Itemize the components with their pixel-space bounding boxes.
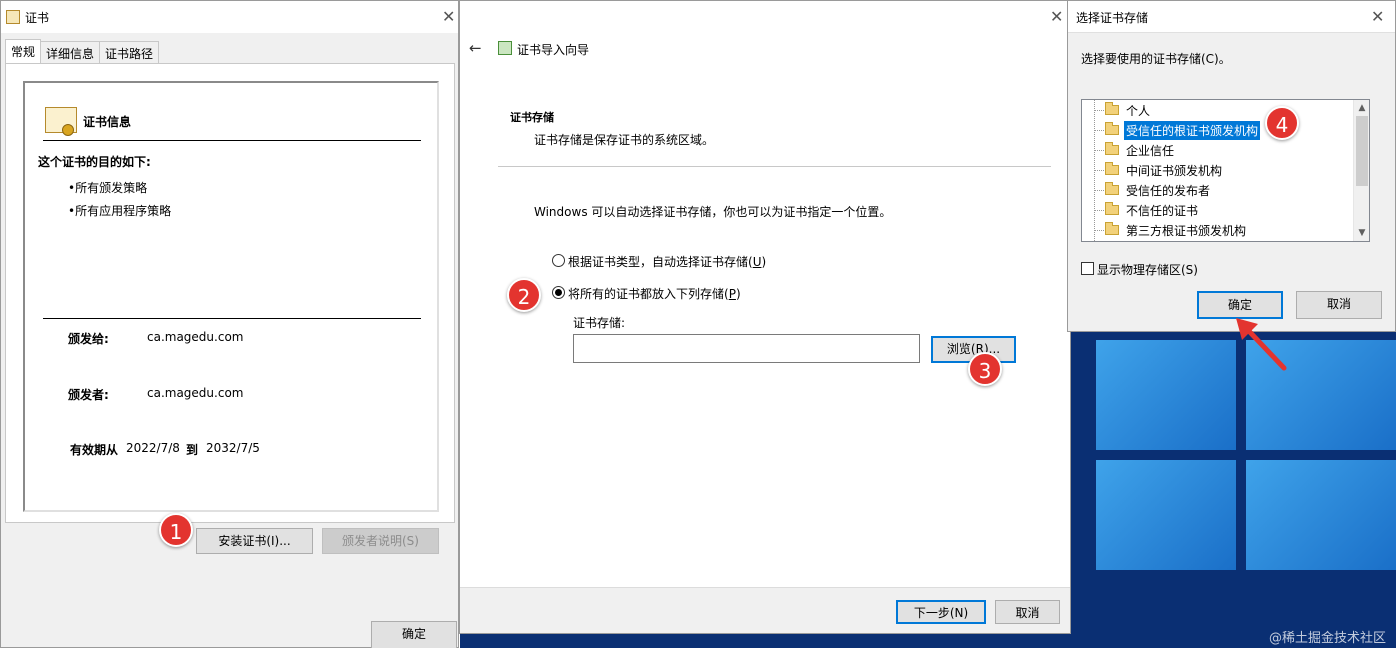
tree-connector bbox=[1094, 230, 1104, 231]
folder-icon bbox=[1105, 102, 1119, 115]
store-prompt: 选择要使用的证书存储(C)。 bbox=[1081, 52, 1231, 66]
tab-details[interactable]: 详细信息 bbox=[40, 41, 101, 63]
issued-to-label: 颁发给: bbox=[68, 332, 109, 346]
cancel-button[interactable]: 取消 bbox=[995, 600, 1060, 624]
store-item-label: 不信任的证书 bbox=[1126, 203, 1199, 218]
manual-store-text: 将所有的证书都放入下列存储( bbox=[568, 287, 729, 301]
tab-cert-path[interactable]: 证书路径 bbox=[99, 41, 160, 63]
scrollbar[interactable]: ▲ ▼ bbox=[1353, 100, 1369, 241]
manual-store-radio[interactable] bbox=[552, 286, 565, 299]
store-label: 证书存储: bbox=[573, 316, 626, 330]
certificate-icon bbox=[45, 107, 77, 136]
windows-logo-pane bbox=[1096, 460, 1236, 570]
store-item-label: 个人 bbox=[1126, 103, 1151, 118]
store-item-label: 中间证书颁发机构 bbox=[1126, 163, 1223, 178]
ok-button[interactable]: 确定 bbox=[371, 621, 457, 648]
section-title: 证书存储 bbox=[510, 111, 554, 124]
instruction-text: Windows 可以自动选择证书存储，你也可以为证书指定一个位置。 bbox=[534, 205, 892, 219]
scroll-down-icon[interactable]: ▼ bbox=[1354, 225, 1369, 241]
back-arrow-icon[interactable]: ← bbox=[469, 39, 482, 57]
folder-icon bbox=[1105, 222, 1119, 235]
valid-from: 2022/7/8 bbox=[126, 441, 180, 455]
import-wizard-window: ✕ ← 证书导入向导 证书存储 证书存储是保存证书的系统区域。 Windows … bbox=[459, 0, 1071, 634]
close-icon[interactable]: ✕ bbox=[442, 9, 455, 25]
close-icon[interactable]: ✕ bbox=[1371, 9, 1384, 25]
store-item-label: 企业信任 bbox=[1126, 143, 1175, 158]
windows-logo-pane bbox=[1246, 460, 1396, 570]
watermark: @稀土掘金技术社区 bbox=[1268, 631, 1386, 646]
folder-icon bbox=[1105, 142, 1119, 155]
scroll-thumb[interactable] bbox=[1356, 116, 1368, 186]
step-badge: 4 bbox=[1265, 106, 1299, 140]
close-icon[interactable]: ✕ bbox=[1050, 9, 1063, 25]
title-bar: 选择证书存储 ✕ bbox=[1068, 1, 1395, 33]
issuer-statement-button[interactable]: 颁发者说明(S) bbox=[322, 528, 439, 554]
step-badge: 1 bbox=[159, 513, 193, 547]
issued-by-value: ca.magedu.com bbox=[147, 386, 244, 400]
folder-icon bbox=[1105, 162, 1119, 175]
purpose-title: 这个证书的目的如下: bbox=[38, 155, 151, 169]
auto-store-close: ) bbox=[761, 255, 767, 269]
tree-connector bbox=[1094, 210, 1104, 211]
divider bbox=[498, 166, 1051, 167]
cancel-button[interactable]: 取消 bbox=[1296, 291, 1382, 319]
store-tree[interactable]: 个人 受信任的根证书颁发机构 企业信任 中间证书颁发机构 受信任的发布者 不信任… bbox=[1081, 99, 1370, 242]
store-item-label: 受信任的根证书颁发机构 bbox=[1124, 120, 1261, 140]
window-title: 选择证书存储 bbox=[1076, 11, 1149, 25]
purpose-item: •所有颁发策略 bbox=[68, 181, 148, 195]
wizard-title: 证书导入向导 bbox=[517, 43, 590, 57]
validity-label: 有效期从 bbox=[70, 443, 119, 457]
issued-to-value: ca.magedu.com bbox=[147, 330, 244, 344]
manual-store-label[interactable]: 将所有的证书都放入下列存储(P) bbox=[568, 285, 741, 302]
valid-to: 2032/7/5 bbox=[206, 441, 260, 455]
tree-connector bbox=[1094, 170, 1104, 171]
desktop-strip bbox=[460, 634, 1066, 648]
wizard-footer: 下一步(N) 取消 bbox=[460, 587, 1070, 633]
tree-connector bbox=[1094, 150, 1104, 151]
folder-icon bbox=[1105, 182, 1119, 195]
tab-general[interactable]: 常规 bbox=[5, 39, 42, 63]
purpose-item: •所有应用程序策略 bbox=[68, 204, 172, 218]
tab-bar: 常规 详细信息 证书路径 bbox=[5, 39, 160, 63]
tree-connector bbox=[1094, 190, 1104, 191]
certificate-icon bbox=[6, 10, 20, 24]
to-label: 到 bbox=[186, 443, 199, 457]
cert-info-heading: 证书信息 bbox=[83, 115, 132, 129]
auto-store-label[interactable]: 根据证书类型，自动选择证书存储(U) bbox=[568, 253, 766, 270]
store-item-label: 第三方根证书颁发机构 bbox=[1126, 223, 1247, 238]
window-title: 证书 bbox=[25, 11, 50, 25]
divider bbox=[43, 140, 421, 141]
folder-icon bbox=[1105, 202, 1119, 215]
callout-arrow-icon bbox=[1236, 318, 1287, 371]
auto-store-radio[interactable] bbox=[552, 254, 565, 267]
issued-by-label: 颁发者: bbox=[68, 388, 109, 402]
windows-logo-pane bbox=[1096, 340, 1236, 450]
step-badge: 2 bbox=[507, 278, 541, 312]
tree-connector bbox=[1094, 110, 1104, 111]
folder-icon bbox=[1105, 122, 1119, 135]
store-input[interactable] bbox=[573, 334, 920, 363]
install-certificate-button[interactable]: 安装证书(I)... bbox=[196, 528, 313, 554]
store-item-label: 受信任的发布者 bbox=[1126, 183, 1211, 198]
desktop-background: @稀土掘金技术社区 bbox=[1066, 330, 1396, 648]
show-physical-checkbox[interactable] bbox=[1081, 262, 1094, 275]
wizard-icon bbox=[498, 41, 512, 55]
show-physical-label[interactable]: 显示物理存储区(S) bbox=[1097, 261, 1198, 278]
select-store-dialog: 选择证书存储 ✕ 选择要使用的证书存储(C)。 个人 受信任的根证书颁发机构 企… bbox=[1067, 0, 1396, 332]
step-badge: 3 bbox=[968, 352, 1002, 386]
tree-connector bbox=[1094, 130, 1104, 131]
general-tab-panel: 证书信息 这个证书的目的如下: •所有颁发策略 •所有应用程序策略 颁发给: c… bbox=[5, 63, 455, 554]
manual-store-close: ) bbox=[735, 287, 741, 301]
next-button[interactable]: 下一步(N) bbox=[896, 600, 986, 624]
manual-store-hotkey: P bbox=[728, 287, 736, 301]
certificate-window: 证书 ✕ 常规 详细信息 证书路径 证书信息 这个证书的目的如下: •所有颁发策… bbox=[0, 0, 459, 648]
divider bbox=[43, 318, 421, 319]
section-description: 证书存储是保存证书的系统区域。 bbox=[534, 133, 715, 147]
title-bar: 证书 ✕ bbox=[1, 1, 458, 33]
certificate-info-box: 证书信息 这个证书的目的如下: •所有颁发策略 •所有应用程序策略 颁发给: c… bbox=[23, 81, 439, 512]
auto-store-text: 根据证书类型，自动选择证书存储( bbox=[568, 255, 753, 269]
scroll-up-icon[interactable]: ▲ bbox=[1354, 100, 1369, 116]
